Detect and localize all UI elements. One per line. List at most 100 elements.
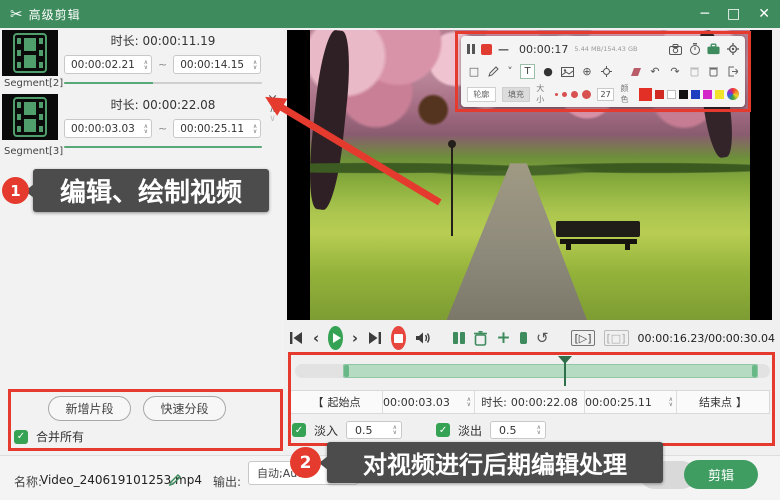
segment-move-down-icon[interactable]: ∨ xyxy=(269,115,276,124)
image-tool-icon[interactable] xyxy=(561,65,574,78)
volume-button[interactable] xyxy=(415,331,432,345)
settings-gear-icon[interactable] xyxy=(726,43,739,56)
color-swatch-white[interactable] xyxy=(667,90,676,99)
color-wheel-icon[interactable] xyxy=(727,88,739,100)
set-end-point-button[interactable]: 结束点】 xyxy=(677,391,769,413)
fade-in-checkbox[interactable]: ✓ xyxy=(292,423,306,437)
segment-row[interactable]: Segment[3] 时长: 00:00:22.08 00:00:03.03 ∧… xyxy=(0,92,284,162)
spinner-arrows-icon[interactable]: ∧∨ xyxy=(144,124,151,134)
range-tilde: ~ xyxy=(158,122,167,135)
timeline-track[interactable] xyxy=(295,364,770,378)
color-swatch-black[interactable] xyxy=(679,90,688,99)
minimize-button[interactable]: ─ xyxy=(701,7,709,21)
spinner-arrows-icon[interactable]: ∧∨ xyxy=(669,397,676,407)
playhead[interactable] xyxy=(558,356,572,386)
redo-icon[interactable]: ↷ xyxy=(668,65,682,78)
preview-play-button[interactable]: [▷] xyxy=(571,330,594,346)
pause-icon[interactable] xyxy=(467,44,475,54)
close-button[interactable]: ✕ xyxy=(758,7,770,21)
preview-stop-button[interactable]: [□] xyxy=(604,330,629,346)
step-1-badge: 1 xyxy=(2,177,29,204)
trim-start-handle[interactable] xyxy=(344,365,349,377)
color-swatch-magenta[interactable] xyxy=(703,90,712,99)
step-back-button[interactable]: ‹ xyxy=(313,329,319,347)
brush-size-options[interactable] xyxy=(555,90,591,99)
color-swatch-red-selected[interactable] xyxy=(639,88,652,101)
name-label: 名称: xyxy=(14,473,42,490)
add-segment-button[interactable]: 新增片段 xyxy=(48,396,131,421)
add-button[interactable]: + xyxy=(496,328,510,348)
undo-icon[interactable]: ↶ xyxy=(648,65,662,78)
quick-split-button[interactable]: 快速分段 xyxy=(143,396,226,421)
step-number-tool-icon[interactable]: ● xyxy=(541,65,555,78)
step-forward-button[interactable]: › xyxy=(352,329,358,347)
end-point-input[interactable]: 00:00:25.11 ∧∨ xyxy=(585,391,677,413)
spinner-arrows-icon[interactable]: ∧∨ xyxy=(393,425,401,435)
maximize-button[interactable]: □ xyxy=(727,7,740,21)
eraser-tool-icon[interactable] xyxy=(629,65,642,78)
minimize-toolbar-icon[interactable]: — xyxy=(498,43,509,56)
timer-icon[interactable] xyxy=(688,43,701,56)
color-swatch-yellow[interactable] xyxy=(715,90,724,99)
segment-start-input[interactable]: 00:00:03.03 ∧∨ xyxy=(64,119,152,138)
timeline-selection[interactable] xyxy=(343,364,758,378)
camera-icon[interactable] xyxy=(669,43,682,56)
fade-out-checkbox[interactable]: ✓ xyxy=(436,423,450,437)
move-tool-icon[interactable] xyxy=(600,65,613,78)
spinner-arrows-icon[interactable]: ∧∨ xyxy=(253,124,260,134)
spinner-arrows-icon[interactable]: ∧∨ xyxy=(467,397,474,407)
film-strip-icon xyxy=(13,97,47,137)
pencil-dropdown-icon[interactable]: ˅ xyxy=(506,65,514,78)
fade-in-input[interactable]: 0.5 ∧∨ xyxy=(346,421,402,439)
segment-end-input[interactable]: 00:00:25.11 ∧∨ xyxy=(173,119,261,138)
step-1-label: 编辑、绘制视频 xyxy=(33,169,269,212)
rectangle-tool-icon[interactable]: □ xyxy=(467,65,481,78)
pencil-tool-icon[interactable] xyxy=(487,65,500,78)
set-start-point-button[interactable]: 【起始点 xyxy=(291,391,383,413)
zoom-tool-icon[interactable]: ⊕ xyxy=(580,65,594,78)
segment-thumbnail[interactable] xyxy=(2,94,58,140)
merge-all-checkbox[interactable]: ✓ xyxy=(14,430,28,444)
segment-start-input[interactable]: 00:00:02.21 ∧∨ xyxy=(64,55,152,74)
size-value-input[interactable]: 27 xyxy=(597,88,615,101)
spinner-arrows-icon[interactable]: ∧∨ xyxy=(537,425,545,435)
split-button[interactable] xyxy=(453,332,465,344)
outline-toggle-button[interactable]: 轮廓 xyxy=(467,87,496,102)
text-tool-button[interactable]: T xyxy=(520,64,535,79)
skip-start-button[interactable] xyxy=(289,331,304,345)
color-swatch-red[interactable] xyxy=(655,90,664,99)
skip-end-button[interactable] xyxy=(367,331,382,345)
start-point-input[interactable]: 00:00:03.03 ∧∨ xyxy=(383,391,475,413)
fade-out-input[interactable]: 0.5 ∧∨ xyxy=(490,421,546,439)
trim-end-handle[interactable] xyxy=(752,365,757,377)
size-label: 大小 xyxy=(536,83,549,105)
trash-icon[interactable] xyxy=(707,65,720,78)
fill-frame-button[interactable] xyxy=(520,332,527,344)
spinner-arrows-icon[interactable]: ∧∨ xyxy=(253,60,260,70)
merge-all-label: 合并所有 xyxy=(36,428,84,445)
toolkit-icon[interactable] xyxy=(707,43,720,56)
color-swatch-blue[interactable] xyxy=(691,90,700,99)
record-usage: 5.44 MB/154.43 GB xyxy=(574,45,637,53)
edit-button[interactable]: 剪辑 xyxy=(684,460,758,489)
output-label: 输出: xyxy=(213,473,241,490)
play-button[interactable] xyxy=(328,326,343,350)
segment-thumbnail[interactable] xyxy=(2,30,58,76)
color-label: 颜色 xyxy=(620,83,633,105)
scissors-logo-icon: ✂ xyxy=(10,5,23,23)
rename-pencil-icon[interactable] xyxy=(168,472,182,486)
fade-in-label: 淡入 xyxy=(314,422,338,439)
clear-icon[interactable] xyxy=(688,65,701,78)
app-window: ✂ 高级剪辑 ─ □ ✕ Segment[2] 时长: 00:00: xyxy=(0,0,780,500)
record-time: 00:00:17 xyxy=(519,43,568,56)
playback-time: 00:00:16.23/00:00:30.04 xyxy=(638,332,776,345)
exit-draw-icon[interactable] xyxy=(726,65,739,78)
spinner-arrows-icon[interactable]: ∧∨ xyxy=(144,60,151,70)
fill-toggle-button[interactable]: 填充 xyxy=(502,87,531,102)
stop-button[interactable] xyxy=(391,326,406,350)
segment-row[interactable]: Segment[2] 时长: 00:00:11.19 00:00:02.21 ∧… xyxy=(0,28,284,92)
segment-end-input[interactable]: 00:00:14.15 ∧∨ xyxy=(173,55,261,74)
stop-record-icon[interactable] xyxy=(481,44,492,55)
delete-segment-button[interactable] xyxy=(474,331,487,346)
reset-button[interactable]: ↺ xyxy=(536,329,549,347)
